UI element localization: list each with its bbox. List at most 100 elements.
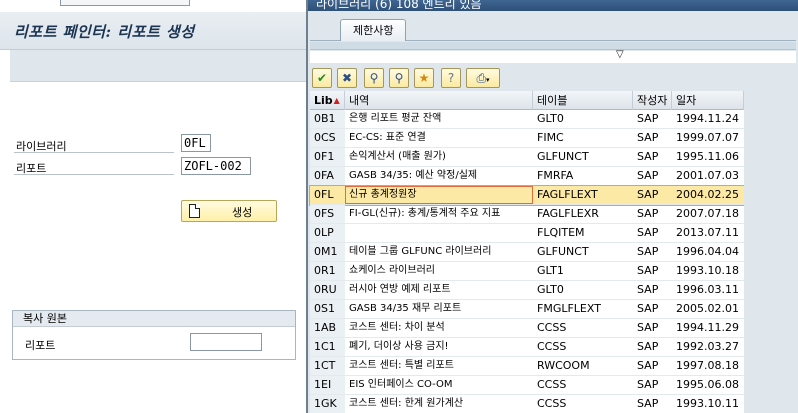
create-button[interactable]: 생성 (181, 200, 277, 222)
find-button[interactable]: ⚲ (364, 68, 384, 88)
cell-author: SAP (637, 226, 659, 239)
find-next-button[interactable]: ⚲ (389, 68, 409, 88)
cell-author: SAP (637, 264, 659, 277)
cell-author: SAP (637, 359, 659, 372)
cell-date: 1996.04.04 (676, 245, 739, 258)
cell-table: GLT0 (537, 112, 564, 125)
copy-report-input[interactable] (190, 333, 262, 351)
cell-table: FMGLFLEXT (537, 302, 601, 315)
cell-lib: 0S1 (310, 300, 345, 318)
cell-author: SAP (637, 188, 659, 201)
cell-lib: 0RU (310, 281, 345, 299)
column-description[interactable]: 내역 (345, 91, 533, 110)
cell-author: SAP (637, 245, 659, 258)
list-rows: 0B1 은행 리포트 평균 잔액 GLT0 SAP 1994.11.24 0CS EC-CS… (309, 110, 745, 413)
report-label-underline (14, 174, 174, 175)
dropdown-arrow-icon: ▾ (486, 76, 490, 84)
dialog-toolbar: ✔ ✖ ⚲ ⚲ ★ ? ⎙▾ (310, 64, 796, 90)
print-button[interactable]: ⎙▾ (466, 68, 500, 88)
table-row[interactable]: 1AB 코스트 센터: 차이 분석 CCSS SAP 1994.11.29 (310, 319, 744, 338)
cell-lib: 0R1 (310, 262, 345, 280)
tab-restrictions[interactable]: 제한사항 (340, 19, 407, 41)
cell-description: EC-CS: 표준 연결 (349, 132, 426, 143)
column-lib[interactable]: Lib▲ (310, 91, 345, 110)
cell-lib: 1GK (310, 395, 345, 413)
cell-description: 폐기, 더이상 사용 금지! (349, 341, 449, 352)
library-input[interactable]: 0FL (181, 134, 211, 152)
cell-description (345, 224, 533, 242)
library-dialog: 라이브러리 (6) 108 엔트리 있음 제한사항 ▽ ✔ ✖ ⚲ ⚲ ★ ? … (306, 0, 798, 413)
cell-author: SAP (637, 321, 659, 334)
page-title: 리포트 페인터: 리포트 생성 (14, 23, 195, 41)
cell-table: FMRFA (537, 169, 574, 182)
cell-date: 1997.08.18 (676, 359, 739, 372)
help-button[interactable]: ? (441, 68, 461, 88)
table-row[interactable]: 0FL 신규 총계정원장 FAGLFLEXT SAP 2004.02.25 (309, 185, 745, 206)
cell-date: 2007.07.18 (676, 207, 739, 220)
command-field-stub[interactable] (60, 0, 190, 6)
report-input[interactable]: ZOFL-002 (181, 157, 251, 175)
favorite-icon: ★ (418, 71, 430, 85)
library-label-underline (14, 152, 174, 153)
cell-description: 러시아 연방 예제 리포트 (349, 284, 451, 295)
cell-date: 1993.10.11 (676, 397, 739, 410)
column-author[interactable]: 작성자 (633, 91, 672, 110)
table-row[interactable]: 1CT 코스트 센터: 특별 리포트 RWCOOM SAP 1997.08.18 (310, 357, 744, 376)
table-row[interactable]: 1GK 코스트 센터: 한계 원가계산 CCSS SAP 1993.10.11 (310, 395, 744, 413)
column-date[interactable]: 일자 (672, 91, 744, 110)
cell-author: SAP (637, 283, 659, 296)
cell-author: SAP (637, 302, 659, 315)
table-row[interactable]: 0M1 테이블 그룹 GLFUNC 라이브러리 GLFUNCT SAP 1996.04.… (310, 243, 744, 262)
cell-table: CCSS (537, 321, 567, 334)
cell-author: SAP (637, 340, 659, 353)
cell-description: EIS 인터페이스 CO-OM (349, 379, 453, 390)
cell-description: 은행 리포트 평균 잔액 (349, 113, 442, 124)
library-list: Lib▲ 내역 테이블 작성자 일자 0B1 은행 리포트 평균 잔액 GLT0 SA… (309, 91, 745, 413)
cell-description: 신규 총계정원장 (345, 186, 533, 204)
table-row[interactable]: 0FS FI-GL(신규): 총계/통계적 주요 지표 FAGLFLEXR SAP 20… (310, 205, 744, 224)
cell-author: SAP (637, 150, 659, 163)
cell-description: 코스트 센터: 특별 리포트 (349, 360, 454, 371)
cell-date: 1995.11.06 (676, 150, 739, 163)
cell-description: 코스트 센터: 한계 원가계산 (349, 398, 464, 409)
table-row[interactable]: 1EI EIS 인터페이스 CO-OM CCSS SAP 1995.06.08 (310, 376, 744, 395)
dialog-title: 라이브러리 (6) 108 엔트리 있음 (316, 0, 482, 11)
cell-description: GASB 34/35: 예산 약정/실제 (349, 170, 478, 181)
favorite-button[interactable]: ★ (414, 68, 434, 88)
create-button-label: 생성 (232, 206, 253, 219)
table-row[interactable]: 0CS EC-CS: 표준 연결 FIMC SAP 1999.07.07 (310, 129, 744, 148)
cell-table: GLT1 (537, 264, 564, 277)
cancel-icon: ✖ (341, 71, 353, 85)
collapse-arrow-icon[interactable]: ▽ (616, 49, 624, 60)
column-lib-label: Lib (314, 94, 333, 107)
table-row[interactable]: 0LP FLQITEM SAP 2013.07.11 (310, 224, 744, 243)
cell-date: 1994.11.24 (676, 112, 739, 125)
copy-from-group: 복사 원본 리포트 (12, 310, 296, 360)
cell-table: FAGLFLEXT (537, 188, 598, 201)
check-button[interactable]: ✔ (312, 68, 332, 88)
cell-date: 2001.07.03 (676, 169, 739, 182)
cancel-button[interactable]: ✖ (337, 68, 357, 88)
cell-description: FI-GL(신규): 총계/통계적 주요 지표 (349, 208, 501, 219)
column-table[interactable]: 테이블 (533, 91, 633, 110)
table-row[interactable]: 0F1 손익계산서 (매출 원가) GLFUNCT SAP 1995.11.06 (310, 148, 744, 167)
main-screen: 리포트 페인터: 리포트 생성 라이브러리 0FL 리포트 ZOFL-002 생… (0, 0, 310, 413)
cell-lib: 0FS (310, 205, 345, 223)
table-row[interactable]: 1C1 폐기, 더이상 사용 금지! CCSS SAP 1992.03.27 (310, 338, 744, 357)
table-row[interactable]: 0R1 쇼케이스 라이브러리 GLT1 SAP 1993.10.18 (310, 262, 744, 281)
table-row[interactable]: 0RU 러시아 연방 예제 리포트 GLT0 SAP 1996.03.11 (310, 281, 744, 300)
cell-lib: 0LP (310, 224, 345, 242)
dialog-title-bar: 라이브러리 (6) 108 엔트리 있음 (308, 0, 798, 11)
cell-lib: 0F1 (310, 148, 345, 166)
sort-ascending-icon: ▲ (333, 96, 340, 105)
table-row[interactable]: 0FA GASB 34/35: 예산 약정/실제 FMRFA SAP 2001.07.0… (310, 167, 744, 186)
document-icon (189, 204, 200, 218)
collapse-row: ▽ (310, 49, 796, 63)
table-row[interactable]: 0S1 GASB 34/35 재무 리포트 FMGLFLEXT SAP 2005.02.… (310, 300, 744, 319)
cell-table: RWCOOM (537, 359, 590, 372)
dialog-right-area (744, 91, 796, 413)
table-row[interactable]: 0B1 은행 리포트 평균 잔액 GLT0 SAP 1994.11.24 (310, 110, 744, 129)
cell-author: SAP (637, 112, 659, 125)
binoculars-icon: ⚲ (369, 71, 379, 85)
cell-lib: 0FL (310, 186, 345, 204)
